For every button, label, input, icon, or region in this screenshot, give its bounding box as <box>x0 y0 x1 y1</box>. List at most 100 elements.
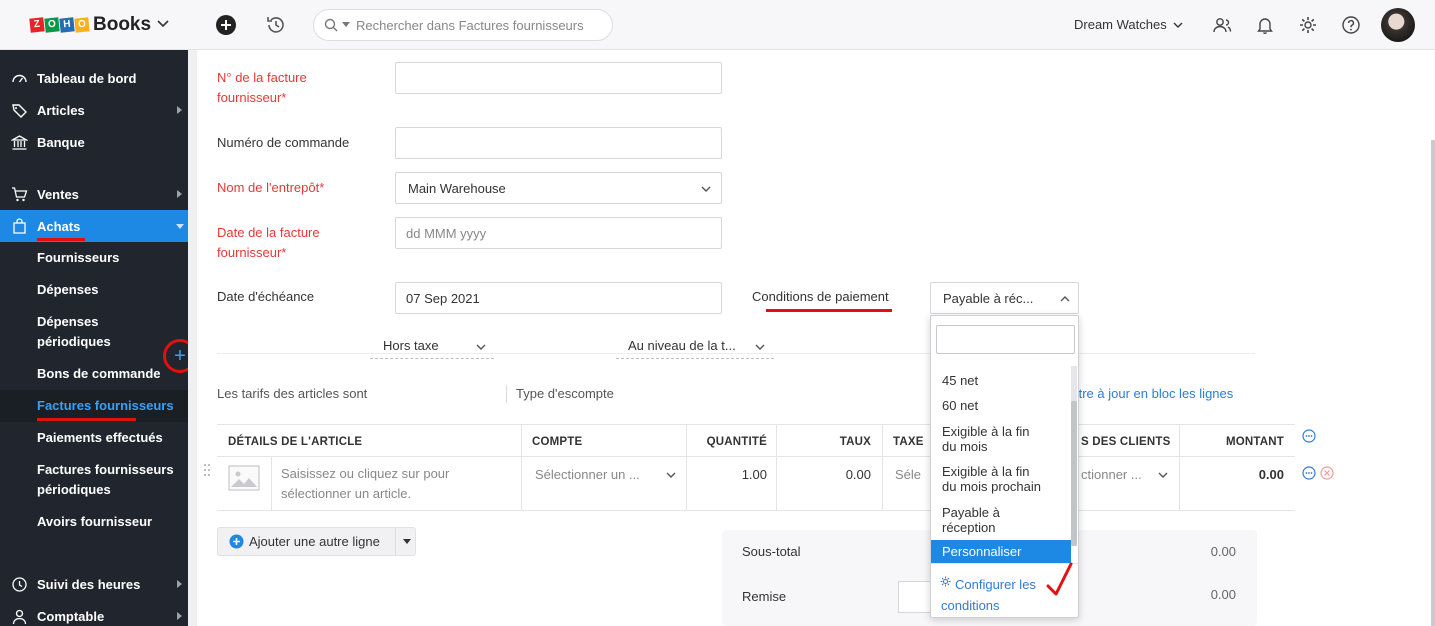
users-icon[interactable] <box>1211 14 1233 36</box>
payment-terms-label: Conditions de paiement <box>752 289 889 304</box>
logo-letter: Z <box>29 17 45 33</box>
dropdown-scrollbar[interactable] <box>1071 401 1077 546</box>
sidebar-subitem-purchase-orders[interactable]: Bons de commande <box>0 364 188 384</box>
tag-icon <box>12 104 27 118</box>
column-divider <box>521 457 522 511</box>
due-date-value: 07 Sep 2021 <box>406 290 480 306</box>
sidebar-subitem-recurring-expenses[interactable]: Dépenses périodiques <box>0 312 188 352</box>
chevron-up-icon <box>1060 296 1070 302</box>
quick-create-icon[interactable] <box>215 14 237 36</box>
person-icon <box>12 609 27 625</box>
warehouse-select[interactable]: Main Warehouse <box>395 172 722 204</box>
logo-letter: H <box>59 17 75 33</box>
rate-input[interactable]: 0.00 <box>787 467 871 482</box>
sidebar-item-articles[interactable]: Articles <box>0 94 188 126</box>
bill-date-placeholder: dd MMM yyyy <box>406 225 487 241</box>
brand[interactable]: Z O H O Books <box>0 0 188 50</box>
sidebar-item-label: Banque <box>37 134 85 150</box>
chevron-down-icon <box>476 344 486 350</box>
option-45-net[interactable]: 45 net <box>931 373 1071 388</box>
sidebar-item-dashboard[interactable]: Tableau de bord <box>0 62 188 94</box>
bill-number-label: N° de la facture fournisseur* <box>217 70 307 105</box>
chevron-down-icon[interactable] <box>156 16 170 30</box>
bulk-update-link[interactable]: ttre à jour en bloc les lignes <box>1075 384 1233 404</box>
search-input[interactable]: Rechercher dans Factures fournisseurs <box>356 18 584 33</box>
col-quantity: QUANTITÉ <box>706 435 767 448</box>
chevron-down-icon <box>755 344 765 350</box>
option-end-of-next-month[interactable]: Exigible à la fin du mois prochain <box>931 464 1071 494</box>
sidebar-item-accountant[interactable]: Comptable <box>0 600 188 626</box>
sidebar-subitem-recurring-bills[interactable]: Factures fournisseurs périodiques <box>0 460 188 500</box>
customer-select[interactable]: ctionner ... <box>1081 467 1142 482</box>
col-customer: S DES CLIENTS <box>1081 435 1171 448</box>
table-row: Saisissez ou cliquez sur pour sélectionn… <box>217 457 1295 511</box>
column-divider <box>686 457 687 511</box>
checkmark-annotation-icon <box>1046 562 1073 596</box>
discount-type-select[interactable]: Au niveau de la t... <box>616 333 774 359</box>
bill-number-input[interactable] <box>395 62 722 94</box>
add-line-label: Ajouter une autre ligne <box>249 534 380 549</box>
row-options-icon[interactable] <box>1302 466 1316 480</box>
help-icon[interactable] <box>1340 14 1362 36</box>
chevron-right-icon <box>177 106 182 114</box>
search-bar[interactable]: Rechercher dans Factures fournisseurs <box>313 9 613 41</box>
sidebar-item-bank[interactable]: Banque <box>0 126 188 158</box>
tax-preference-select[interactable]: Hors taxe <box>370 333 494 359</box>
bell-icon[interactable] <box>1254 14 1276 36</box>
sidebar-subitem-vendors[interactable]: Fournisseurs <box>0 248 188 268</box>
image-placeholder-icon <box>228 465 260 491</box>
plus-circle-icon <box>229 534 244 549</box>
tax-preference-value: Hors taxe <box>383 338 439 353</box>
configure-terms-link[interactable]: Configurer les conditions <box>941 574 1051 616</box>
option-60-net[interactable]: 60 net <box>931 398 1071 413</box>
drag-handle-icon[interactable] <box>203 463 211 477</box>
column-divider <box>1179 457 1180 511</box>
bill-date-input[interactable]: dd MMM yyyy <box>395 217 722 249</box>
sidebar-subitem-label: Factures fournisseurs <box>37 398 174 413</box>
history-icon[interactable] <box>265 14 287 36</box>
page-scrollbar[interactable] <box>1431 140 1435 626</box>
sidebar-subitem-expenses[interactable]: Dépenses <box>0 280 188 300</box>
gear-icon[interactable] <box>1297 14 1319 36</box>
warehouse-value: Main Warehouse <box>408 180 506 196</box>
col-item-details: DÉTAILS DE L'ARTICLE <box>228 435 363 448</box>
column-divider <box>1179 425 1180 458</box>
quantity-input[interactable]: 1.00 <box>697 467 767 482</box>
app-window: Z O H O Books Rechercher dans Factures f… <box>0 0 1435 626</box>
chevron-right-icon <box>177 190 182 198</box>
tax-select[interactable]: Séle <box>895 467 921 482</box>
col-amount: MONTANT <box>1225 435 1284 448</box>
zoho-logo: Z O H O <box>29 17 90 33</box>
discount-value: 0.00 <box>1210 587 1236 602</box>
option-custom[interactable]: Personnaliser <box>931 540 1071 563</box>
organization-switcher[interactable]: Dream Watches <box>1074 17 1183 32</box>
sidebar-item-purchases[interactable]: Achats <box>0 210 188 242</box>
dashboard-icon <box>12 74 27 83</box>
add-another-line-button[interactable]: Ajouter une autre ligne <box>217 527 416 556</box>
payment-terms-select[interactable]: Payable à réc... <box>930 282 1079 314</box>
sidebar-item-time-tracking[interactable]: Suivi des heures <box>0 568 188 600</box>
annotation-underline <box>766 309 892 312</box>
chevron-right-icon <box>177 580 182 588</box>
split-divider <box>395 528 396 555</box>
annotation-underline <box>37 238 85 241</box>
item-input[interactable]: Saisissez ou cliquez sur pour sélectionn… <box>281 464 511 504</box>
account-select[interactable]: Sélectionner un ... <box>535 467 640 482</box>
due-date-input[interactable]: 07 Sep 2021 <box>395 282 722 314</box>
option-end-of-month[interactable]: Exigible à la fin du mois <box>931 424 1071 454</box>
option-due-on-receipt[interactable]: Payable à réception <box>931 505 1071 535</box>
more-options-icon[interactable] <box>1302 429 1316 443</box>
dropdown-search-input[interactable] <box>936 325 1075 354</box>
sidebar-item-sales[interactable]: Ventes <box>0 178 188 210</box>
discount-type-label: Type d'escompte <box>516 386 614 401</box>
remove-row-icon[interactable] <box>1320 466 1334 480</box>
search-icon <box>324 18 338 32</box>
sidebar-subitem-payments-made[interactable]: Paiements effectués <box>0 428 188 448</box>
caret-down-icon[interactable] <box>403 539 411 545</box>
discount-type-value: Au niveau de la t... <box>628 338 736 353</box>
cart-icon <box>12 187 28 202</box>
caret-down-icon[interactable] <box>342 22 350 28</box>
sidebar-subitem-vendor-credits[interactable]: Avoirs fournisseur <box>0 512 188 532</box>
order-number-input[interactable] <box>395 127 722 159</box>
avatar[interactable] <box>1381 8 1415 42</box>
